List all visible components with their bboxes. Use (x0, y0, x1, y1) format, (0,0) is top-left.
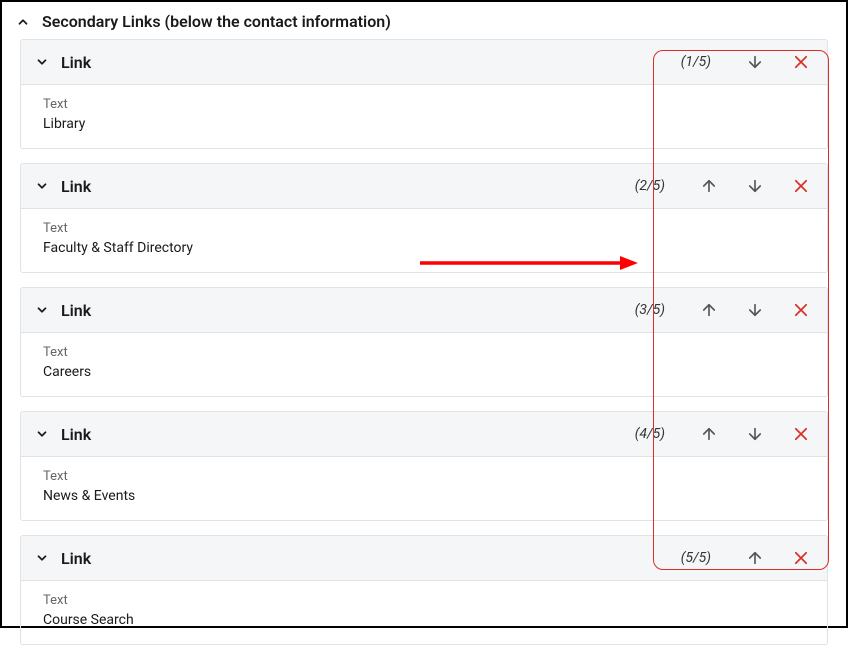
link-item-body: Text News & Events (21, 457, 827, 520)
link-item-body: Text Course Search (21, 581, 827, 644)
link-item: Link (1/5) Text Library (20, 39, 828, 149)
field-value: Faculty & Staff Directory (43, 240, 805, 256)
section-title: Secondary Links (below the contact infor… (42, 12, 391, 31)
link-item: Link (2/5) Text Faculty & Staff Directory (20, 163, 828, 273)
move-up-button[interactable] (743, 546, 767, 570)
move-down-button[interactable] (743, 298, 767, 322)
field-label: Text (43, 221, 805, 236)
field-value: Library (43, 116, 805, 132)
link-item: Link (5/5) Text Course Search (20, 535, 828, 645)
field-label: Text (43, 593, 805, 608)
delete-button[interactable] (789, 298, 813, 322)
item-counter: (5/5) (681, 550, 711, 566)
link-item-label: Link (61, 177, 91, 196)
link-item-label: Link (61, 301, 91, 320)
move-up-button[interactable] (697, 298, 721, 322)
section-header[interactable]: Secondary Links (below the contact infor… (2, 2, 846, 39)
chevron-down-icon (35, 303, 49, 317)
delete-button[interactable] (789, 174, 813, 198)
link-item-body: Text Library (21, 85, 827, 148)
link-item: Link (3/5) Text Careers (20, 287, 828, 397)
chevron-up-icon (16, 15, 30, 29)
field-label: Text (43, 469, 805, 484)
move-down-button[interactable] (743, 174, 767, 198)
link-item-header[interactable]: Link (2/5) (21, 164, 827, 209)
field-label: Text (43, 345, 805, 360)
link-item-body: Text Careers (21, 333, 827, 396)
item-counter: (4/5) (635, 426, 665, 442)
chevron-down-icon (35, 179, 49, 193)
delete-button[interactable] (789, 422, 813, 446)
move-up-button[interactable] (697, 174, 721, 198)
link-item-label: Link (61, 53, 91, 72)
link-item: Link (4/5) Text News & Events (20, 411, 828, 521)
field-value: News & Events (43, 488, 805, 504)
item-counter: (1/5) (681, 54, 711, 70)
delete-button[interactable] (789, 546, 813, 570)
link-item-header[interactable]: Link (5/5) (21, 536, 827, 581)
chevron-down-icon (35, 55, 49, 69)
link-item-header[interactable]: Link (3/5) (21, 288, 827, 333)
chevron-down-icon (35, 427, 49, 441)
field-value: Course Search (43, 612, 805, 628)
link-item-header[interactable]: Link (1/5) (21, 40, 827, 85)
link-item-body: Text Faculty & Staff Directory (21, 209, 827, 272)
field-value: Careers (43, 364, 805, 380)
delete-button[interactable] (789, 50, 813, 74)
item-counter: (3/5) (635, 302, 665, 318)
item-counter: (2/5) (635, 178, 665, 194)
field-label: Text (43, 97, 805, 112)
link-item-label: Link (61, 425, 91, 444)
link-item-label: Link (61, 549, 91, 568)
move-up-button[interactable] (697, 422, 721, 446)
move-down-button[interactable] (743, 50, 767, 74)
move-down-button[interactable] (743, 422, 767, 446)
link-item-header[interactable]: Link (4/5) (21, 412, 827, 457)
chevron-down-icon (35, 551, 49, 565)
